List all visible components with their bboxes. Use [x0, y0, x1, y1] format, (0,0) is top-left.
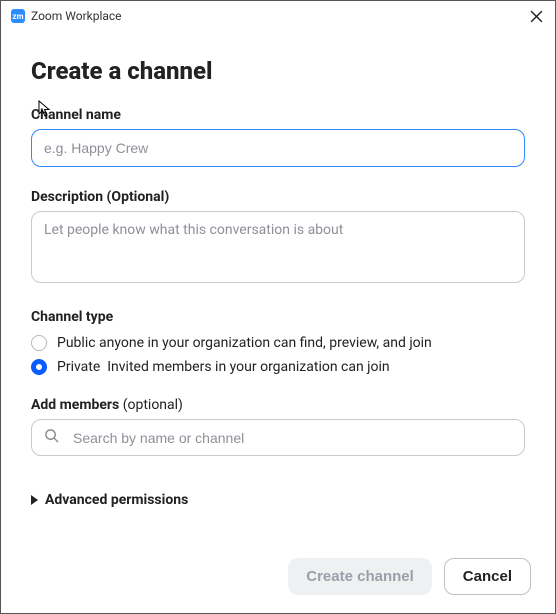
chevron-right-icon: [31, 495, 39, 505]
channel-type-public-option[interactable]: Public anyone in your organization can f…: [31, 331, 525, 355]
add-members-section: Add members (optional): [31, 397, 525, 456]
dialog-footer: Create channel Cancel: [288, 558, 531, 595]
add-members-search[interactable]: [31, 419, 525, 456]
channel-name-label: Channel name: [31, 107, 525, 123]
channel-type-section: Channel type Public anyone in your organ…: [31, 309, 525, 379]
cancel-button[interactable]: Cancel: [444, 558, 531, 595]
channel-name-input[interactable]: [31, 129, 525, 167]
channel-type-private-option[interactable]: Private Invited members in your organiza…: [31, 355, 525, 379]
channel-name-section: Channel name: [31, 107, 525, 167]
dialog-content: Create a channel Channel name Descriptio…: [1, 29, 555, 508]
add-members-label: Add members (optional): [31, 397, 525, 413]
radio-selected-icon: [31, 359, 47, 375]
advanced-permissions-toggle[interactable]: Advanced permissions: [31, 492, 525, 508]
description-section: Description (Optional): [31, 189, 525, 287]
radio-unselected-icon: [31, 335, 47, 351]
description-label: Description (Optional): [31, 189, 525, 205]
description-input[interactable]: [31, 211, 525, 283]
titlebar: zm Zoom Workplace: [1, 1, 555, 29]
channel-type-label: Channel type: [31, 309, 525, 325]
titlebar-title: Zoom Workplace: [31, 9, 122, 23]
channel-type-public-text: Public anyone in your organization can f…: [57, 335, 432, 351]
create-channel-button[interactable]: Create channel: [288, 558, 432, 595]
advanced-permissions-label: Advanced permissions: [45, 492, 188, 508]
page-title: Create a channel: [31, 57, 525, 85]
app-icon: zm: [11, 9, 25, 23]
channel-type-private-text: Private Invited members in your organiza…: [57, 359, 390, 375]
close-icon[interactable]: [527, 7, 545, 25]
add-members-input[interactable]: [71, 429, 512, 447]
search-icon: [44, 428, 59, 447]
